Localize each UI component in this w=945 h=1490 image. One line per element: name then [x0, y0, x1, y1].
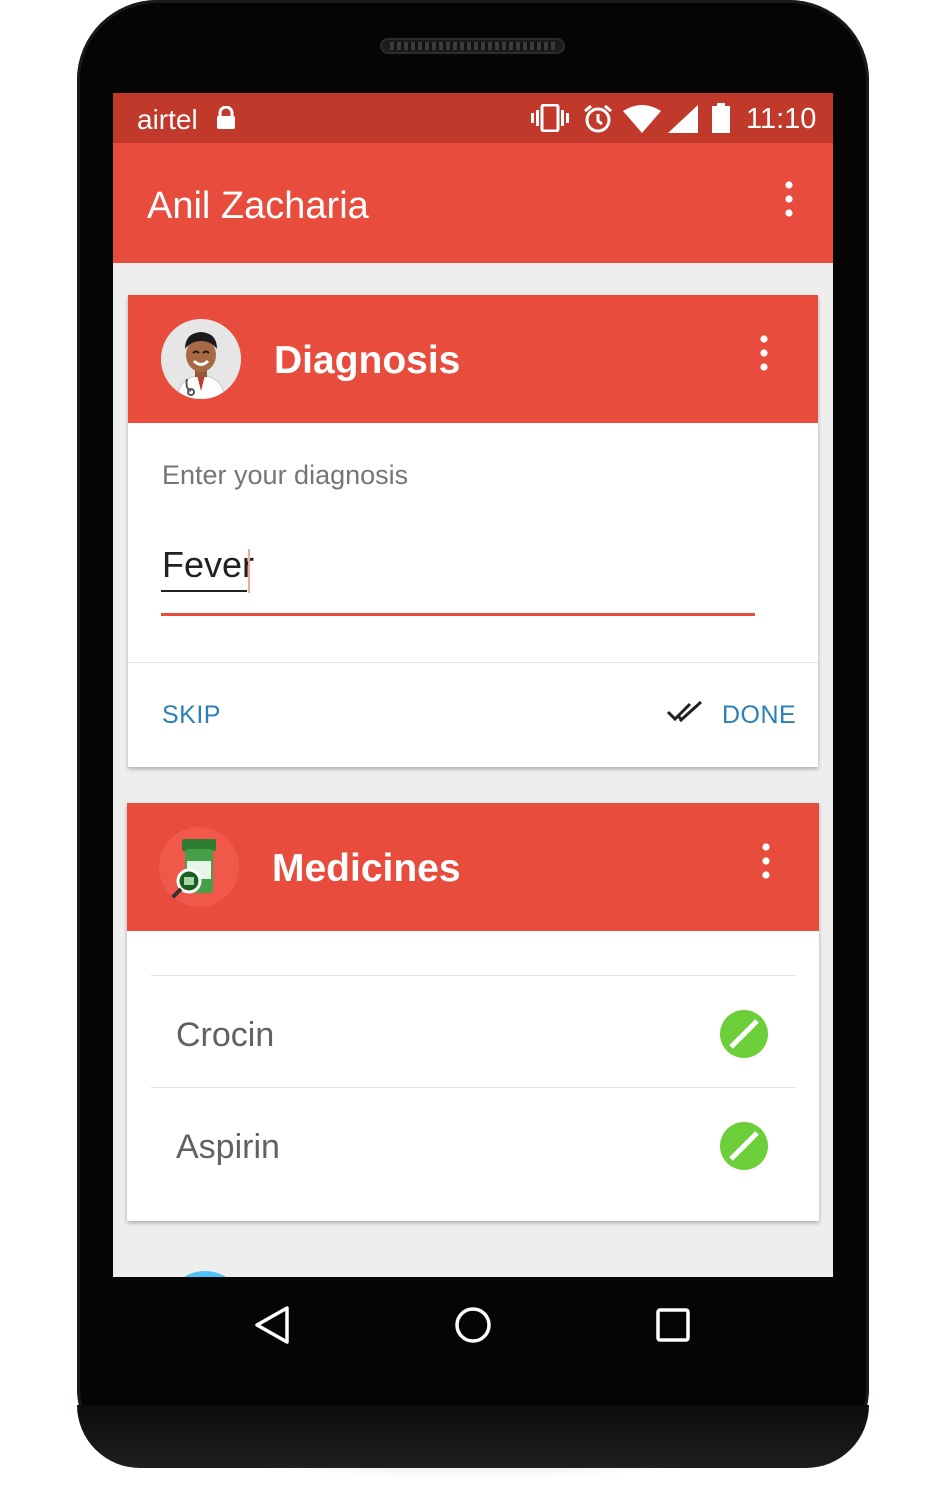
medicines-card-header: Medicines [127, 803, 819, 931]
pill-icon [719, 1121, 769, 1176]
wifi-icon [623, 105, 661, 138]
diagnosis-field-label: Enter your diagnosis [162, 460, 409, 490]
diagnosis-card: Diagnosis Enter your diagnosis SKIP DONE [128, 295, 818, 767]
back-icon[interactable] [253, 1305, 291, 1350]
spelling-underline [161, 590, 247, 592]
skip-button[interactable]: SKIP [162, 701, 221, 730]
medicines-card: Medicines Crocin Aspirin [127, 803, 819, 1221]
signal-icon [668, 105, 698, 138]
status-bar: airtel 11:10 [113, 93, 833, 143]
carrier-name: airtel [137, 104, 198, 135]
diagnosis-input[interactable] [162, 545, 756, 585]
diagnosis-card-header: Diagnosis [128, 295, 818, 423]
next-card-avatar [165, 1271, 245, 1277]
medicine-name: Crocin [176, 1016, 275, 1054]
phone-chin [77, 1405, 869, 1468]
page-title: Anil Zacharia [147, 185, 369, 227]
divider [151, 975, 795, 976]
text-cursor [248, 549, 250, 593]
more-vert-icon[interactable] [779, 181, 799, 222]
more-vert-icon[interactable] [754, 335, 774, 376]
app-bar: Anil Zacharia [113, 143, 833, 263]
done-all-icon[interactable] [666, 699, 704, 730]
battery-icon [711, 103, 731, 138]
diagnosis-title: Diagnosis [274, 339, 461, 382]
pill-icon [719, 1009, 769, 1064]
medicine-bottle-avatar-icon [159, 827, 239, 907]
divider [128, 662, 818, 663]
doctor-avatar-icon [161, 319, 241, 399]
medicine-name: Aspirin [176, 1128, 280, 1166]
done-button[interactable]: DONE [722, 701, 796, 730]
alarm-icon [583, 104, 613, 139]
recents-icon[interactable] [655, 1307, 691, 1348]
medicines-title: Medicines [272, 847, 461, 890]
vibrate-icon [531, 103, 569, 137]
screen: airtel 11:10 Anil Zacharia Diagnosis Ent… [113, 93, 833, 1277]
home-icon[interactable] [453, 1305, 493, 1350]
divider [151, 1087, 795, 1088]
diagnosis-input-underline [161, 613, 755, 616]
earpiece-speaker [380, 38, 565, 54]
more-vert-icon[interactable] [756, 843, 776, 884]
status-clock: 11:10 [746, 103, 817, 135]
lock-icon [216, 105, 236, 135]
